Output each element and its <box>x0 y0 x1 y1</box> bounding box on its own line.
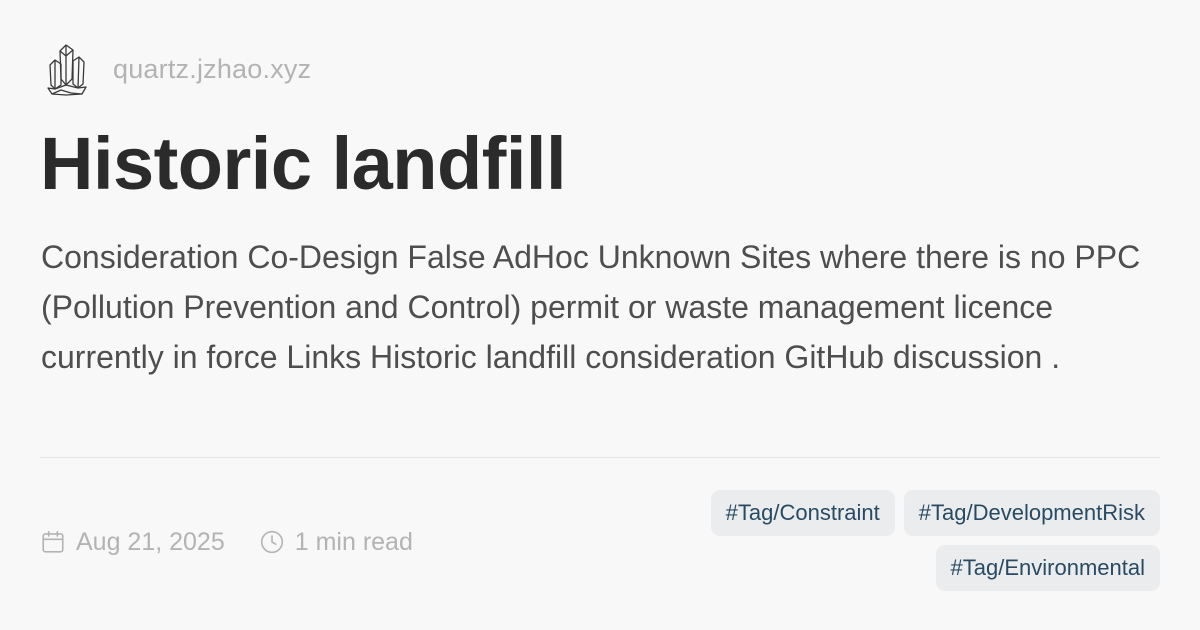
site-header: quartz.jzhao.xyz <box>46 40 311 98</box>
tag-list: #Tag/Constraint #Tag/DevelopmentRisk #Ta… <box>640 490 1160 591</box>
crystal-cluster-icon <box>47 44 87 96</box>
calendar-icon <box>42 530 64 553</box>
clock-icon <box>260 530 283 554</box>
tag-constraint[interactable]: #Tag/Constraint <box>710 490 895 536</box>
reading-time-meta: 1 min read <box>259 528 413 557</box>
page-description: Consideration Co-Design False AdHoc Unkn… <box>41 239 1141 375</box>
og-preview-card: quartz.jzhao.xyz Historic landfill Consi… <box>0 0 1200 630</box>
page-meta: Aug 21, 2025 1 min read <box>40 524 413 560</box>
divider <box>40 457 1160 458</box>
site-domain[interactable]: quartz.jzhao.xyz <box>113 54 311 85</box>
publish-date: Aug 21, 2025 <box>76 527 225 556</box>
tag-development-risk[interactable]: #Tag/DevelopmentRisk <box>903 490 1160 536</box>
tag-environmental[interactable]: #Tag/Environmental <box>935 545 1160 591</box>
reading-time: 1 min read <box>294 527 413 556</box>
page-title: Historic landfill <box>40 122 567 205</box>
date-meta: Aug 21, 2025 <box>40 528 225 557</box>
